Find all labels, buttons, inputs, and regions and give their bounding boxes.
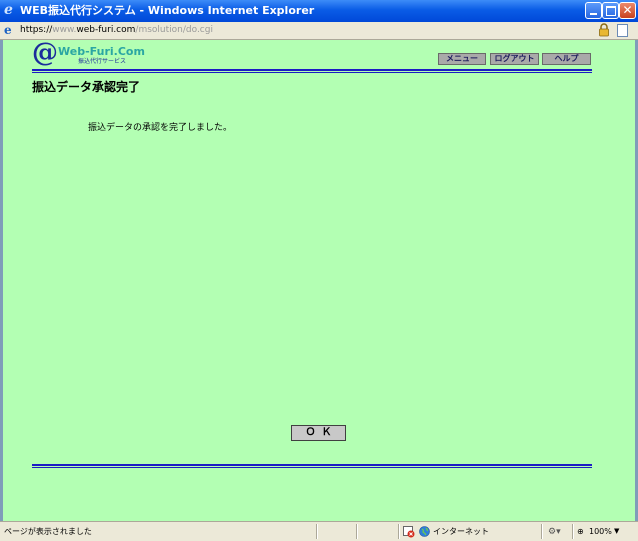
maximize-icon bbox=[606, 6, 616, 16]
url-scheme: https:// bbox=[20, 25, 53, 35]
url-host-prefix: www. bbox=[52, 25, 77, 35]
close-icon: ✕ bbox=[622, 3, 633, 17]
header-divider-bottom bbox=[32, 72, 592, 73]
status-separator bbox=[398, 524, 400, 539]
security-zone-text: インターネット bbox=[433, 527, 489, 536]
minimize-icon bbox=[590, 13, 597, 15]
address-bar: e https://www.web-furi.com/msolution/do.… bbox=[0, 22, 638, 40]
protected-mode-icon[interactable]: ⚙▾ bbox=[548, 527, 561, 537]
zoom-level[interactable]: 100% bbox=[589, 526, 612, 537]
help-button[interactable]: ヘルプ bbox=[542, 53, 591, 65]
footer-divider-bottom bbox=[32, 467, 592, 468]
address-url[interactable]: https://www.web-furi.com/msolution/do.cg… bbox=[20, 25, 213, 36]
logo-subtitle: 振込代行サービス bbox=[78, 58, 127, 65]
popup-blocked-icon[interactable] bbox=[403, 526, 415, 538]
ie-page-icon: e bbox=[4, 23, 12, 37]
page-title: 振込データ承認完了 bbox=[32, 80, 141, 94]
close-button[interactable]: ✕ bbox=[619, 2, 636, 19]
ok-button[interactable]: ＯＫ bbox=[291, 425, 346, 441]
page-menu-icon[interactable] bbox=[617, 24, 628, 37]
window-titlebar: e WEB振込代行システム - Windows Internet Explore… bbox=[0, 0, 638, 23]
header-divider-top bbox=[32, 69, 592, 71]
site-logo: @ Web-Furi.Com 振込代行サービス bbox=[32, 40, 145, 68]
logo-at-mark: @ bbox=[32, 38, 58, 68]
status-separator bbox=[316, 524, 318, 539]
footer-divider-top bbox=[32, 464, 592, 466]
logout-button[interactable]: ログアウト bbox=[490, 53, 539, 65]
maximize-button[interactable] bbox=[602, 2, 619, 19]
zoom-icon[interactable]: ⊕ bbox=[577, 526, 584, 537]
status-separator bbox=[572, 524, 574, 539]
status-text: ページが表示されました bbox=[4, 527, 92, 536]
chevron-down-icon[interactable]: ▼ bbox=[614, 526, 619, 537]
window-title: WEB振込代行システム - Windows Internet Explorer bbox=[20, 4, 315, 17]
logo-text: Web-Furi.Com bbox=[58, 45, 145, 58]
status-separator bbox=[541, 524, 543, 539]
menu-button[interactable]: メニュー bbox=[438, 53, 486, 65]
page-viewport bbox=[0, 40, 638, 521]
globe-icon bbox=[419, 526, 430, 537]
url-path: /msolution/do.cgi bbox=[135, 25, 213, 35]
minimize-button[interactable] bbox=[585, 2, 602, 19]
status-separator bbox=[356, 524, 358, 539]
status-bar: ページが表示されました インターネット ⚙▾ ⊕ 100% ▼ bbox=[0, 521, 638, 541]
url-host: web-furi.com bbox=[76, 25, 136, 35]
ie-icon: e bbox=[4, 2, 13, 18]
lock-icon[interactable] bbox=[598, 23, 610, 37]
completion-message: 振込データの承認を完了しました。 bbox=[88, 123, 233, 133]
